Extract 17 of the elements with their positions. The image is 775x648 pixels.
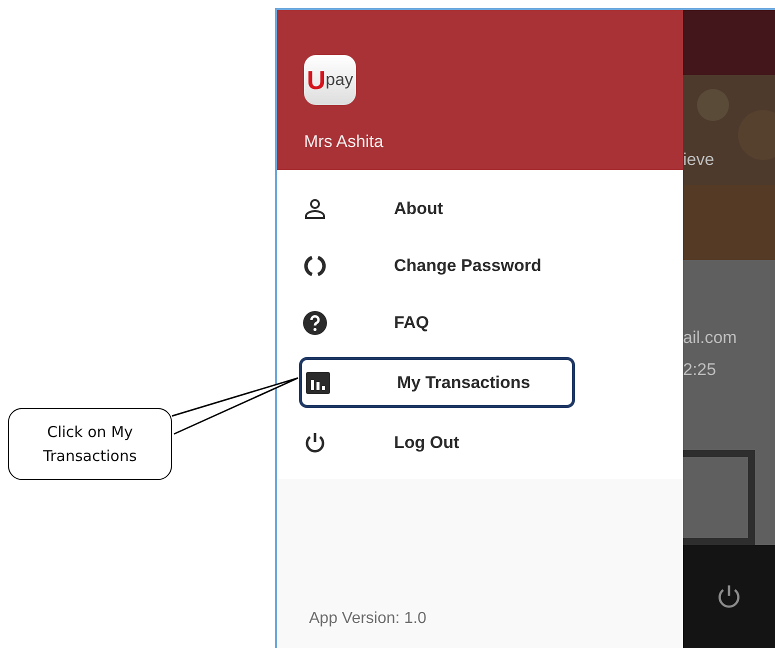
background-text: 2:25 <box>683 360 718 380</box>
menu-item[interactable]: Log Out <box>277 414 683 471</box>
background-text: ail.com <box>683 328 738 348</box>
person-icon <box>303 198 327 220</box>
user-name: Mrs Ashita <box>304 132 384 152</box>
app-version: App Version: 1.0 <box>308 610 428 629</box>
bar-chart-icon <box>306 372 330 394</box>
menu-item[interactable]: About <box>277 180 683 237</box>
callout: Click on My Transactions <box>8 408 172 480</box>
menu-item[interactable]: FAQ <box>277 294 683 351</box>
help-icon <box>302 310 328 336</box>
menu-item[interactable]: Change Password <box>277 237 683 294</box>
broken-ring-icon <box>303 254 327 278</box>
background-text: ieve <box>683 150 716 170</box>
power-icon <box>303 430 327 454</box>
highlighted-menu-item[interactable]: My Transactions <box>299 357 575 408</box>
app-logo: Upay <box>304 55 356 105</box>
